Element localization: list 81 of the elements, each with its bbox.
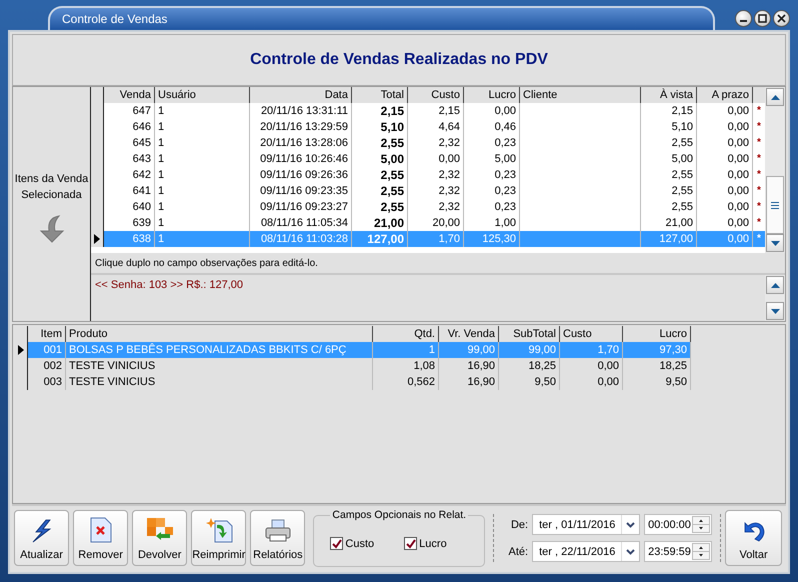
date-field[interactable]: ter , 01/11/2016 [532, 514, 640, 535]
scroll-thumb[interactable] [766, 176, 784, 234]
scroll-down-button[interactable] [766, 302, 784, 320]
table-cell: 1 [373, 342, 439, 358]
toolbar-button[interactable]: Remover [73, 510, 128, 566]
table-cell: 08/11/16 11:03:28 [250, 231, 352, 247]
back-button[interactable]: Voltar [725, 510, 782, 566]
table-cell: 99,00 [439, 342, 499, 358]
table-cell: 97,30 [623, 342, 691, 358]
column-header[interactable]: Lucro [464, 87, 520, 103]
time-field[interactable]: 23:59:59 [644, 541, 712, 562]
arrow-up-icon [770, 282, 780, 288]
dropdown-icon [626, 548, 636, 554]
column-header[interactable]: Venda [104, 87, 155, 103]
row-indicator[interactable] [91, 231, 104, 247]
toolbar-button[interactable]: Atualizar [14, 510, 70, 566]
column-header[interactable]: A prazo [697, 87, 753, 103]
row-marker: * [753, 231, 765, 247]
checkbox[interactable] [330, 537, 344, 550]
close-icon [777, 14, 786, 22]
grip-icon [771, 202, 779, 208]
table-cell: 0,00 [697, 231, 753, 247]
scrollbar[interactable] [765, 275, 785, 321]
spinner-icon[interactable] [692, 516, 710, 533]
table-cell: 1,70 [408, 231, 464, 247]
sale-note: << Senha: 103 >> R$.: 127,00 [94, 278, 244, 293]
table-cell: 1 [155, 231, 250, 247]
table-cell: 127,00 [352, 231, 408, 247]
table-cell: 99,00 [499, 342, 560, 358]
column-header[interactable]: Data [250, 87, 352, 103]
hint-text: Clique duplo no campo observações para editá-lo. [95, 258, 318, 268]
arrow-down-icon [770, 308, 780, 314]
window-control-button[interactable] [754, 10, 771, 26]
document-delete-icon [90, 517, 112, 543]
minimize-icon [740, 20, 747, 22]
printer-icon [264, 519, 292, 543]
table-cell: TESTE VINICIUS [66, 374, 373, 390]
table-cell: 125,30 [464, 231, 520, 247]
checkbox[interactable] [404, 537, 418, 550]
field-label: Até: [508, 546, 528, 558]
column-header[interactable]: Cliente [520, 87, 641, 103]
document-star-icon [204, 517, 233, 543]
side-label: Itens da Venda Selecionada [14, 172, 90, 203]
spinner-icon[interactable] [692, 543, 710, 560]
table-cell: BOLSAS P BEBÊS PERSONALIZADAS BBKITS C/ 6PÇ [66, 342, 373, 358]
blocks-arrow-icon [146, 517, 174, 543]
maximize-icon [758, 14, 767, 22]
toolbar-button[interactable]: Relatórios [250, 510, 306, 566]
lightning-icon [30, 519, 54, 543]
arrow-down-icon [770, 240, 780, 246]
column-header[interactable]: Usuário [155, 87, 250, 103]
page-title: Controle de Vendas Realizadas no PDV [250, 51, 548, 69]
column-header[interactable]: À vista [641, 87, 697, 103]
column-header[interactable]: Total [352, 87, 408, 103]
window-title: Controle de Vendas [62, 12, 168, 26]
field-label: De: [510, 518, 528, 530]
table-cell: TESTE VINICIUS [66, 358, 373, 374]
column-header [753, 87, 765, 103]
table-cell: 638 [104, 231, 155, 247]
dropdown-icon [626, 522, 636, 528]
date-field[interactable]: ter , 22/11/2016 [532, 541, 640, 562]
column-header[interactable]: Custo [408, 87, 464, 103]
group-title: Campos Opcionais no Relat. [331, 509, 468, 521]
window-control-button[interactable] [735, 10, 752, 26]
row-pointer-icon [94, 234, 100, 244]
table-cell: 001 [28, 342, 66, 358]
table-cell: 127,00 [641, 231, 697, 247]
checkbox-label: Lucro [419, 538, 447, 550]
row-pointer-icon [18, 345, 24, 355]
checkbox-label: Custo [345, 538, 374, 550]
scroll-up-button[interactable] [766, 276, 784, 294]
scroll-down-button[interactable] [766, 234, 784, 252]
window-control-button[interactable] [773, 10, 790, 26]
toolbar-button[interactable]: Reimprimir [191, 510, 246, 566]
time-field[interactable]: 00:00:00 [644, 514, 712, 535]
scrollbar[interactable] [765, 87, 785, 253]
table-cell: 1,70 [560, 342, 623, 358]
toolbar-button[interactable]: Devolver [132, 510, 188, 566]
curved-arrow-icon [38, 215, 64, 243]
scroll-up-button[interactable] [766, 88, 784, 106]
arrow-up-icon [770, 94, 780, 100]
